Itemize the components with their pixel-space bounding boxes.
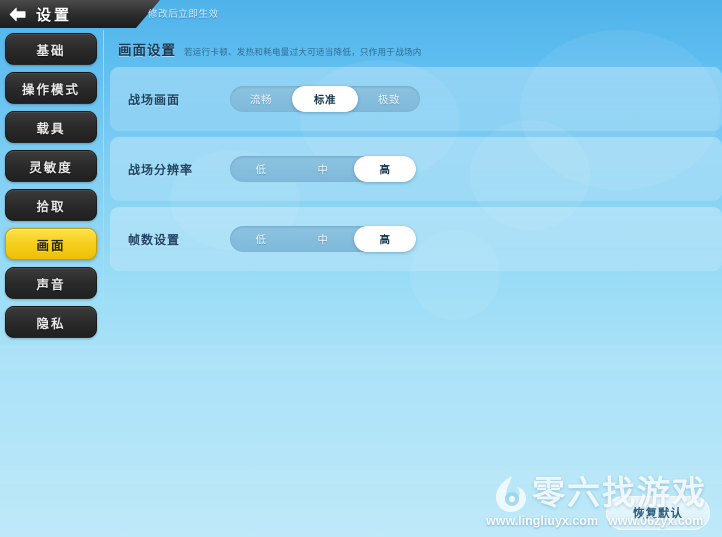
setting-row-label: 战场画面 (128, 92, 181, 107)
segment-option-1[interactable]: 标准 (292, 86, 358, 112)
sidebar-divider (103, 30, 104, 330)
segment-option-0[interactable]: 低 (230, 226, 292, 252)
segment-option-2[interactable]: 高 (354, 156, 416, 182)
segment-option-0[interactable]: 流畅 (230, 86, 292, 112)
sidebar-item-4[interactable]: 拾取 (5, 189, 97, 221)
setting-row: 战场分辨率 低 中 高 (110, 137, 722, 201)
section-description: 若运行卡顿、发热和耗电量过大可适当降低，只作用于战场内 (184, 47, 422, 57)
settings-rows: 战场画面 流畅 标准 极致 战场分辨率低中高帧数设置低中高 (110, 67, 722, 271)
segment-option-label: 中 (317, 163, 329, 176)
setting-row: 战场画面 流畅 标准 极致 (110, 67, 722, 131)
sidebar-item-label: 画面 (36, 238, 66, 253)
section-title: 画面设置 (118, 43, 176, 58)
segment-option-2[interactable]: 极致 (358, 86, 420, 112)
segment-option-label: 高 (379, 233, 391, 246)
background-decoration (0, 345, 722, 371)
setting-row: 帧数设置 低 中 高 (110, 207, 722, 271)
background-decoration (0, 470, 722, 484)
sidebar-item-label: 操作模式 (21, 82, 80, 97)
segmented-control: 低中高 (230, 156, 416, 182)
segmented-control: 低中高 (230, 226, 416, 252)
sidebar-item-3[interactable]: 灵敏度 (5, 150, 97, 182)
sidebar-item-0[interactable]: 基础 (5, 33, 97, 65)
setting-row-label: 战场分辨率 (128, 162, 194, 177)
segment-option-2[interactable]: 高 (354, 226, 416, 252)
header-hint-text: 修改后立即生效 (148, 9, 219, 20)
page-title: 设置 (36, 6, 73, 24)
restore-defaults-button[interactable]: 恢复默认 (606, 496, 710, 530)
sidebar-item-label: 声音 (36, 277, 66, 292)
sidebar-item-label: 拾取 (36, 199, 66, 214)
segment-option-label: 低 (255, 163, 267, 176)
sidebar-item-label: 灵敏度 (29, 160, 73, 175)
settings-content: 画面设置 若运行卡顿、发热和耗电量过大可适当降低，只作用于战场内 战场画面 流畅 标… (110, 34, 722, 277)
title-bar: 设置 (0, 0, 160, 28)
segment-option-1[interactable]: 中 (292, 226, 354, 252)
sidebar-item-label: 隐私 (36, 316, 66, 331)
back-arrow-icon (8, 7, 27, 22)
sidebar-item-7[interactable]: 隐私 (5, 306, 97, 338)
setting-row-label: 帧数设置 (128, 232, 181, 247)
segment-option-1[interactable]: 中 (292, 156, 354, 182)
sidebar-item-2[interactable]: 载具 (5, 111, 97, 143)
segment-option-label: 低 (255, 233, 267, 246)
segmented-control: 流畅 标准 极致 (230, 86, 420, 112)
back-button[interactable] (0, 0, 34, 28)
sidebar-item-1[interactable]: 操作模式 (5, 72, 97, 104)
section-header: 画面设置 若运行卡顿、发热和耗电量过大可适当降低，只作用于战场内 (110, 34, 722, 67)
settings-screen: 设置 修改后立即生效 基础操作模式载具灵敏度拾取画面声音隐私 画面设置 若运行卡… (0, 0, 722, 537)
sidebar-item-label: 载具 (36, 121, 66, 136)
restore-defaults-label: 恢复默认 (633, 508, 683, 520)
sidebar-item-6[interactable]: 声音 (5, 267, 97, 299)
sidebar-item-label: 基础 (36, 43, 66, 58)
sidebar-item-5[interactable]: 画面 (5, 228, 97, 260)
segment-option-label: 极致 (377, 93, 401, 106)
settings-sidebar: 基础操作模式载具灵敏度拾取画面声音隐私 (5, 33, 97, 338)
segment-option-0[interactable]: 低 (230, 156, 292, 182)
segment-option-label: 中 (317, 233, 329, 246)
segment-option-label: 高 (379, 163, 391, 176)
segment-option-label: 标准 (313, 93, 337, 106)
segment-option-label: 流畅 (249, 93, 273, 106)
watermark-url-left: www.lingliuyx.com (486, 514, 599, 528)
